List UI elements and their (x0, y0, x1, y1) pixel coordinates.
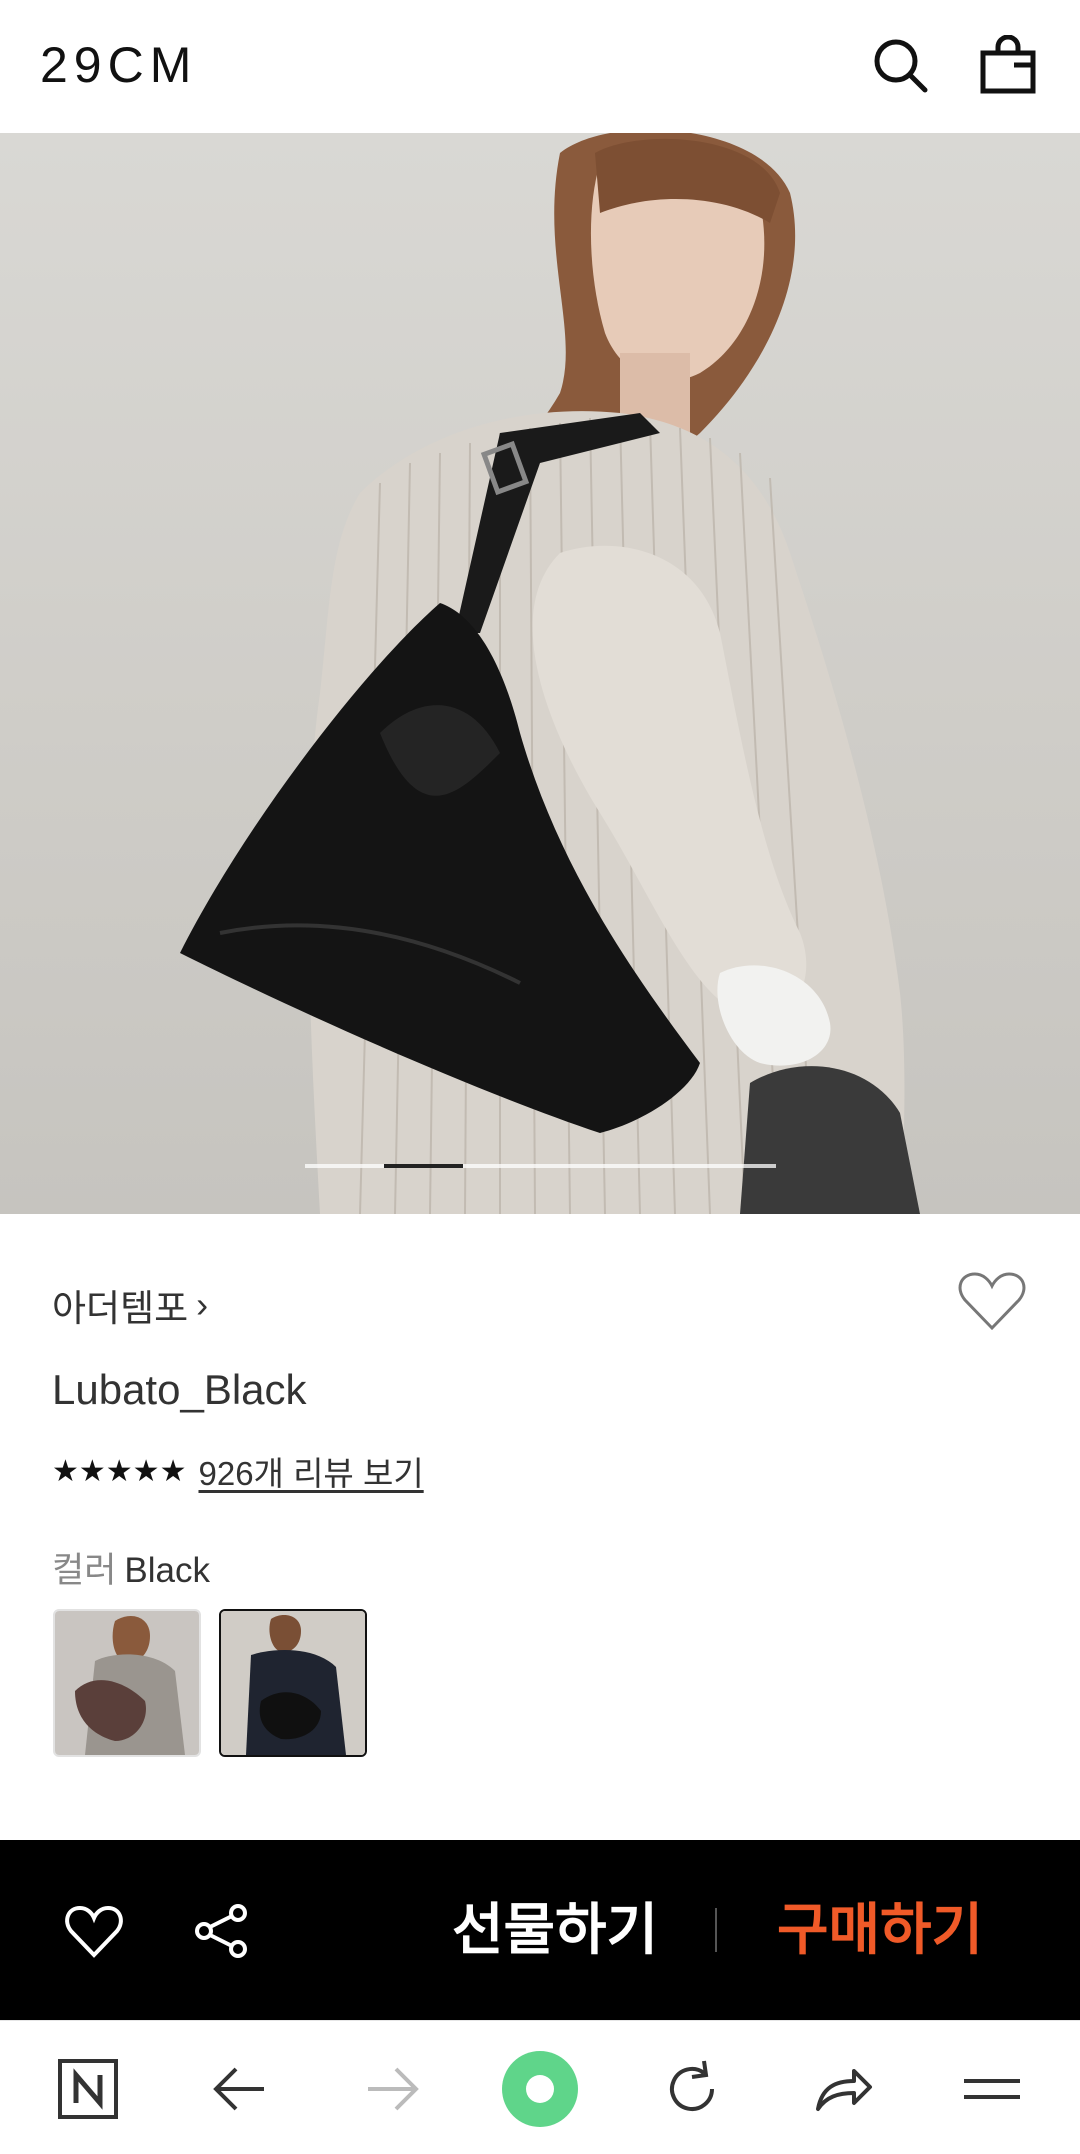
browser-toolbar (0, 2020, 1080, 2154)
review-link[interactable]: 926개 리뷰 보기 (198, 1447, 423, 1495)
back-arrow-icon[interactable] (208, 2057, 272, 2121)
brand-link[interactable]: 아더템포 › (52, 1278, 208, 1332)
color-value: Black (124, 1551, 210, 1590)
purchase-action-bar: 선물하기 구매하기 (0, 1840, 1080, 2020)
menu-icon[interactable] (960, 2057, 1024, 2121)
product-hero-image[interactable] (0, 133, 1080, 1214)
forward-arrow-icon[interactable] (360, 2057, 424, 2121)
green-dot-icon[interactable] (500, 2049, 580, 2129)
product-name: Lubato_Black (52, 1366, 307, 1413)
brown-bag-swatch-image (55, 1611, 199, 1755)
star-rating: ★★★★★ (52, 1454, 187, 1488)
search-icon[interactable] (870, 35, 930, 95)
black-bag-swatch-image (221, 1611, 365, 1755)
brand-name: 아더템포 (52, 1288, 189, 1329)
model-with-bag-image (180, 133, 920, 1214)
color-swatch-brown[interactable] (53, 1609, 201, 1757)
logo[interactable]: 29CM (40, 36, 197, 94)
chevron-right-icon: › (196, 1284, 209, 1325)
naver-icon[interactable] (56, 2057, 120, 2121)
slide-indicator-active (384, 1164, 463, 1168)
heart-icon[interactable] (64, 1903, 124, 1959)
share-arrow-icon[interactable] (810, 2057, 874, 2121)
color-label: 컬러 (52, 1551, 117, 1590)
color-row: 컬러 Black (52, 1542, 210, 1593)
slide-indicator (305, 1164, 776, 1168)
wishlist-heart-icon[interactable] (957, 1270, 1027, 1332)
buy-button[interactable]: 구매하기 (760, 1888, 1000, 1972)
rating-row: ★★★★★ 926개 리뷰 보기 (52, 1447, 424, 1495)
app-header: 29CM (0, 0, 1080, 133)
refresh-icon[interactable] (660, 2057, 724, 2121)
share-icon[interactable] (192, 1903, 252, 1959)
shopping-bag-icon[interactable] (978, 35, 1038, 95)
gift-button[interactable]: 선물하기 (440, 1888, 670, 1972)
color-swatch-black[interactable] (219, 1609, 367, 1757)
action-divider (715, 1908, 717, 1952)
